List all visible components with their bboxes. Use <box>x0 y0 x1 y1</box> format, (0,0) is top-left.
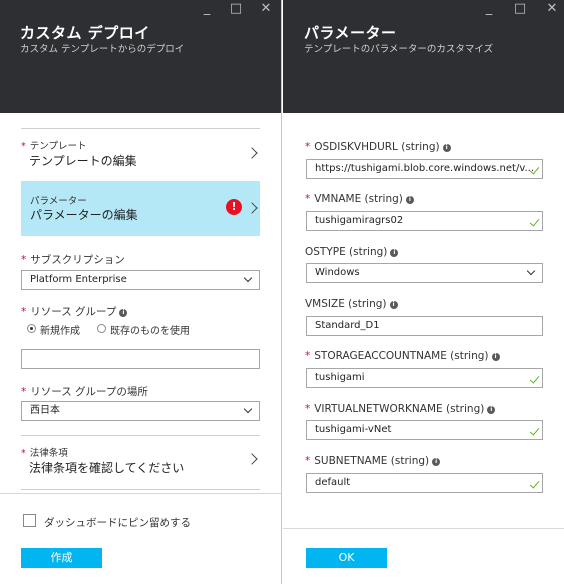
resource-group-label: リソース グループ <box>30 306 117 318</box>
close-icon[interactable]: ✕ <box>545 2 559 16</box>
chevron-right-icon <box>246 202 258 214</box>
param-label-vmsize: VMSIZE (string) <box>305 298 387 310</box>
required-star: * <box>305 350 311 362</box>
parameters-value: パラメーターの編集 <box>30 208 138 222</box>
maximize-icon[interactable]: □ <box>229 2 243 16</box>
param-input-storageaccountname[interactable]: tushigami <box>306 368 543 388</box>
blade-header: パラメーター テンプレートのパラメーターのカスタマイズ _ □ ✕ <box>283 0 564 113</box>
close-icon[interactable]: ✕ <box>259 2 273 16</box>
param-input-vmname[interactable]: tushigamiragrs02 <box>306 211 543 231</box>
check-icon <box>529 425 540 436</box>
param-input-osdiskvhdurl[interactable]: https://tushigami.blob.core.windows.net/… <box>306 159 543 179</box>
required-star: * <box>21 448 26 459</box>
blade-subtitle: カスタム テンプレートからのデプロイ <box>20 44 185 55</box>
check-icon <box>529 373 540 384</box>
required-star: * <box>21 306 27 318</box>
required-star: * <box>21 141 26 152</box>
template-value: テンプレートの編集 <box>29 154 137 168</box>
template-label: テンプレート <box>29 141 87 152</box>
param-value-storageaccountname: tushigami <box>315 372 365 383</box>
chevron-right-icon <box>246 453 258 465</box>
parameters-label: パラメーター <box>30 196 87 207</box>
param-label-storageaccountname: STORAGEACCOUNTNAME (string) <box>314 350 489 362</box>
param-label-virtualnetworkname: VIRTUALNETWORKNAME (string) <box>314 403 485 415</box>
subscription-select[interactable]: Platform Enterprise <box>21 270 260 290</box>
location-value: 西日本 <box>30 405 60 416</box>
param-label-ostype: OSTYPE (string) <box>305 246 388 258</box>
info-icon[interactable]: i <box>405 196 414 204</box>
param-value-ostype: Windows <box>315 267 360 278</box>
param-value-vmname: tushigamiragrs02 <box>315 215 404 226</box>
blade-title: パラメーター <box>304 24 397 42</box>
radio-use-existing-label: 既存のものを使用 <box>110 326 190 337</box>
param-value-subnetname: default <box>315 477 351 488</box>
location-label: リソース グループの場所 <box>30 386 148 398</box>
param-input-virtualnetworkname[interactable]: tushigami-vNet <box>306 420 543 440</box>
footer-divider <box>0 493 281 494</box>
divider <box>21 489 260 490</box>
required-star: * <box>21 386 27 398</box>
required-star: * <box>305 455 311 467</box>
required-star: * <box>305 141 311 153</box>
param-input-subnetname[interactable]: default <box>306 473 543 493</box>
legal-terms-item[interactable]: * 法律条項 法律条項を確認してください <box>21 441 260 485</box>
chevron-down-icon <box>243 273 253 283</box>
param-input-vmsize[interactable]: Standard_D1 <box>306 316 543 336</box>
divider <box>21 128 260 129</box>
location-select[interactable]: 西日本 <box>21 401 260 421</box>
resource-group-input[interactable] <box>21 349 260 369</box>
param-label-vmname: VMNAME (string) <box>314 193 403 205</box>
template-item[interactable]: * テンプレート テンプレートの編集 <box>21 134 260 174</box>
subscription-value: Platform Enterprise <box>30 274 127 285</box>
legal-value: 法律条項を確認してください <box>29 461 185 475</box>
legal-label: 法律条項 <box>29 448 68 459</box>
info-icon[interactable]: i <box>389 301 398 309</box>
info-icon[interactable]: i <box>119 309 128 317</box>
required-star: * <box>305 403 311 415</box>
blade-title: カスタム デプロイ <box>20 24 150 42</box>
param-label-subnetname: SUBNETNAME (string) <box>314 455 430 467</box>
pin-dashboard-checkbox[interactable] <box>23 514 36 527</box>
blade-subtitle: テンプレートのパラメーターのカスタマイズ <box>304 44 494 55</box>
param-select-ostype[interactable]: Windows <box>306 263 543 283</box>
required-star: * <box>21 254 27 266</box>
create-button[interactable]: 作成 <box>21 548 102 568</box>
parameters-blade: パラメーター テンプレートのパラメーターのカスタマイズ _ □ ✕ * OSDIS… <box>283 0 564 584</box>
param-value-osdiskvhdurl: https://tushigami.blob.core.windows.net/… <box>315 163 534 174</box>
maximize-icon[interactable]: □ <box>513 2 527 16</box>
error-icon: ! <box>226 199 242 215</box>
chevron-right-icon <box>246 147 258 159</box>
custom-deploy-blade: カスタム デプロイ カスタム テンプレートからのデプロイ _ □ ✕ * テンプレ… <box>0 0 282 584</box>
divider <box>21 435 260 436</box>
blade-header: カスタム デプロイ カスタム テンプレートからのデプロイ _ □ ✕ <box>0 0 281 113</box>
info-icon[interactable]: i <box>491 353 500 361</box>
subscription-label: サブスクリプション <box>30 254 125 266</box>
radio-use-existing[interactable] <box>97 324 106 333</box>
info-icon[interactable]: i <box>390 249 399 257</box>
info-icon[interactable]: i <box>442 144 451 152</box>
check-icon <box>529 216 540 227</box>
radio-create-new-label: 新規作成 <box>40 326 80 337</box>
info-icon[interactable]: i <box>487 406 496 414</box>
info-icon[interactable]: i <box>432 458 441 466</box>
chevron-down-icon <box>243 404 253 414</box>
pin-dashboard-label: ダッシュボードにピン留めする <box>44 517 191 529</box>
required-star: * <box>305 193 311 205</box>
ok-button[interactable]: OK <box>306 548 387 568</box>
minimize-icon[interactable]: _ <box>482 2 496 16</box>
footer-divider <box>283 528 564 529</box>
param-label-osdiskvhdurl: OSDISKVHDURL (string) <box>314 141 440 153</box>
radio-create-new[interactable] <box>27 324 36 333</box>
param-value-virtualnetworkname: tushigami-vNet <box>315 424 392 435</box>
parameters-item[interactable]: パラメーター パラメーターの編集 ! <box>21 181 260 236</box>
chevron-down-icon <box>526 266 536 276</box>
minimize-icon[interactable]: _ <box>200 2 214 16</box>
check-icon <box>529 478 540 489</box>
